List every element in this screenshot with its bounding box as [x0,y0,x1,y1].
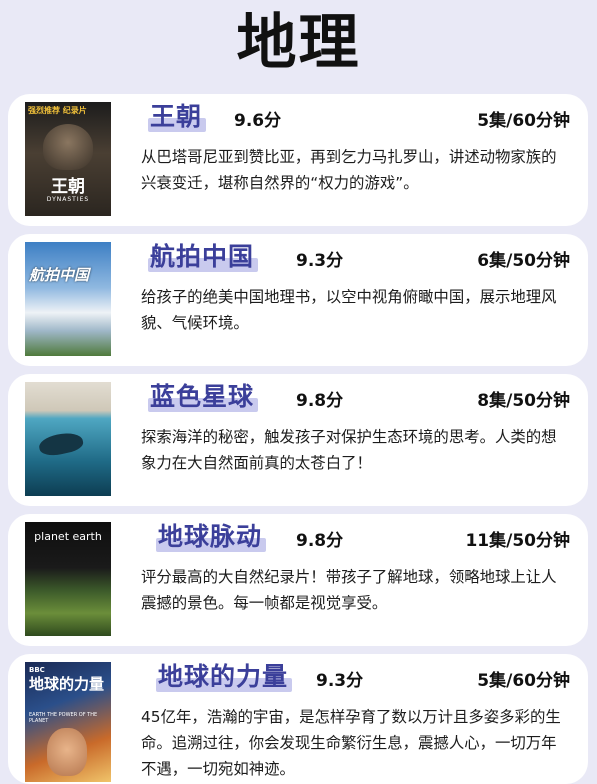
rating: 9.8分 [296,391,344,411]
documentary-title: 王朝 [150,102,203,131]
poster-title: 地球的力量 [29,675,105,693]
description: 从巴塔哥尼亚到赞比亚，再到乞力马扎罗山，讲述动物家族的兴衰变迁，堪称自然界的“权… [141,148,557,192]
episode-info: 6集/50分钟 [477,251,570,271]
title-wrap: 地球的力量 [156,660,293,694]
documentary-title: 航拍中国 [150,242,255,271]
documentary-card[interactable]: 蓝色星球 9.8分 8集/50分钟 探索海洋的秘密，触发孩子对保护生态环境的思考… [8,374,588,506]
rating: 9.3分 [296,251,344,271]
documentary-card[interactable]: BBC 地球的力量 EARTH THE POWER OF THE PLANET … [8,654,588,784]
poster-subtitle: DYNASTIES [46,196,90,203]
poster-title: 航拍中国 [29,266,90,284]
episode-info: 5集/60分钟 [477,671,570,691]
documentary-card[interactable]: 强烈推荐 纪录片 王朝 DYNASTIES 王朝 9.6分 5集/60分钟 从巴… [8,94,588,226]
episode-info: 5集/60分钟 [477,111,570,131]
rating: 9.3分 [316,671,364,691]
poster-image: 强烈推荐 纪录片 王朝 DYNASTIES [25,102,111,216]
description: 评分最高的大自然纪录片！带孩子了解地球，领略地球上让人震撼的景色。每一帧都是视觉… [141,568,557,612]
poster-image: 航拍中国 [25,242,111,356]
documentary-card[interactable]: 航拍中国 航拍中国 9.3分 6集/50分钟 给孩子的绝美中国地理书，以空中视角… [8,234,588,366]
rating: 9.8分 [296,531,344,551]
poster-badge: BBC [29,666,45,674]
poster-animal-silhouette [43,124,93,170]
documentary-title: 地球的力量 [158,662,289,691]
episode-info: 11集/50分钟 [465,531,570,551]
documentary-title: 蓝色星球 [150,382,255,411]
poster-subtitle: EARTH THE POWER OF THE PLANET [29,712,98,724]
poster-image: BBC 地球的力量 EARTH THE POWER OF THE PLANET [25,662,111,782]
page-title: 地理 [236,8,361,78]
documentary-title: 地球脉动 [158,522,263,551]
description: 探索海洋的秘密，触发孩子对保护生态环境的思考。人类的想象力在大自然面前真的太苍白… [141,428,557,472]
poster-badge: 强烈推荐 纪录片 [28,106,87,115]
description: 给孩子的绝美中国地理书，以空中视角俯瞰中国，展示地理风貌、气候环境。 [141,288,557,332]
poster-image [25,382,111,496]
episode-info: 8集/50分钟 [477,391,570,411]
title-wrap: 地球脉动 [156,520,267,554]
poster-title: 王朝 [51,177,85,197]
poster-seal-silhouette [37,429,85,459]
documentary-card[interactable]: planet earth 地球脉动 9.8分 11集/50分钟 评分最高的大自然… [8,514,588,646]
description: 45亿年，浩瀚的宇宙，是怎样孕育了数以万计且多姿多彩的生命。追溯过往，你会发现生… [141,708,561,778]
title-wrap: 蓝色星球 [148,380,259,414]
title-wrap: 王朝 [148,100,207,134]
title-wrap: 航拍中国 [148,240,259,274]
poster-image: planet earth [25,522,111,636]
poster-title: planet earth [34,530,102,543]
rating: 9.6分 [234,111,282,131]
